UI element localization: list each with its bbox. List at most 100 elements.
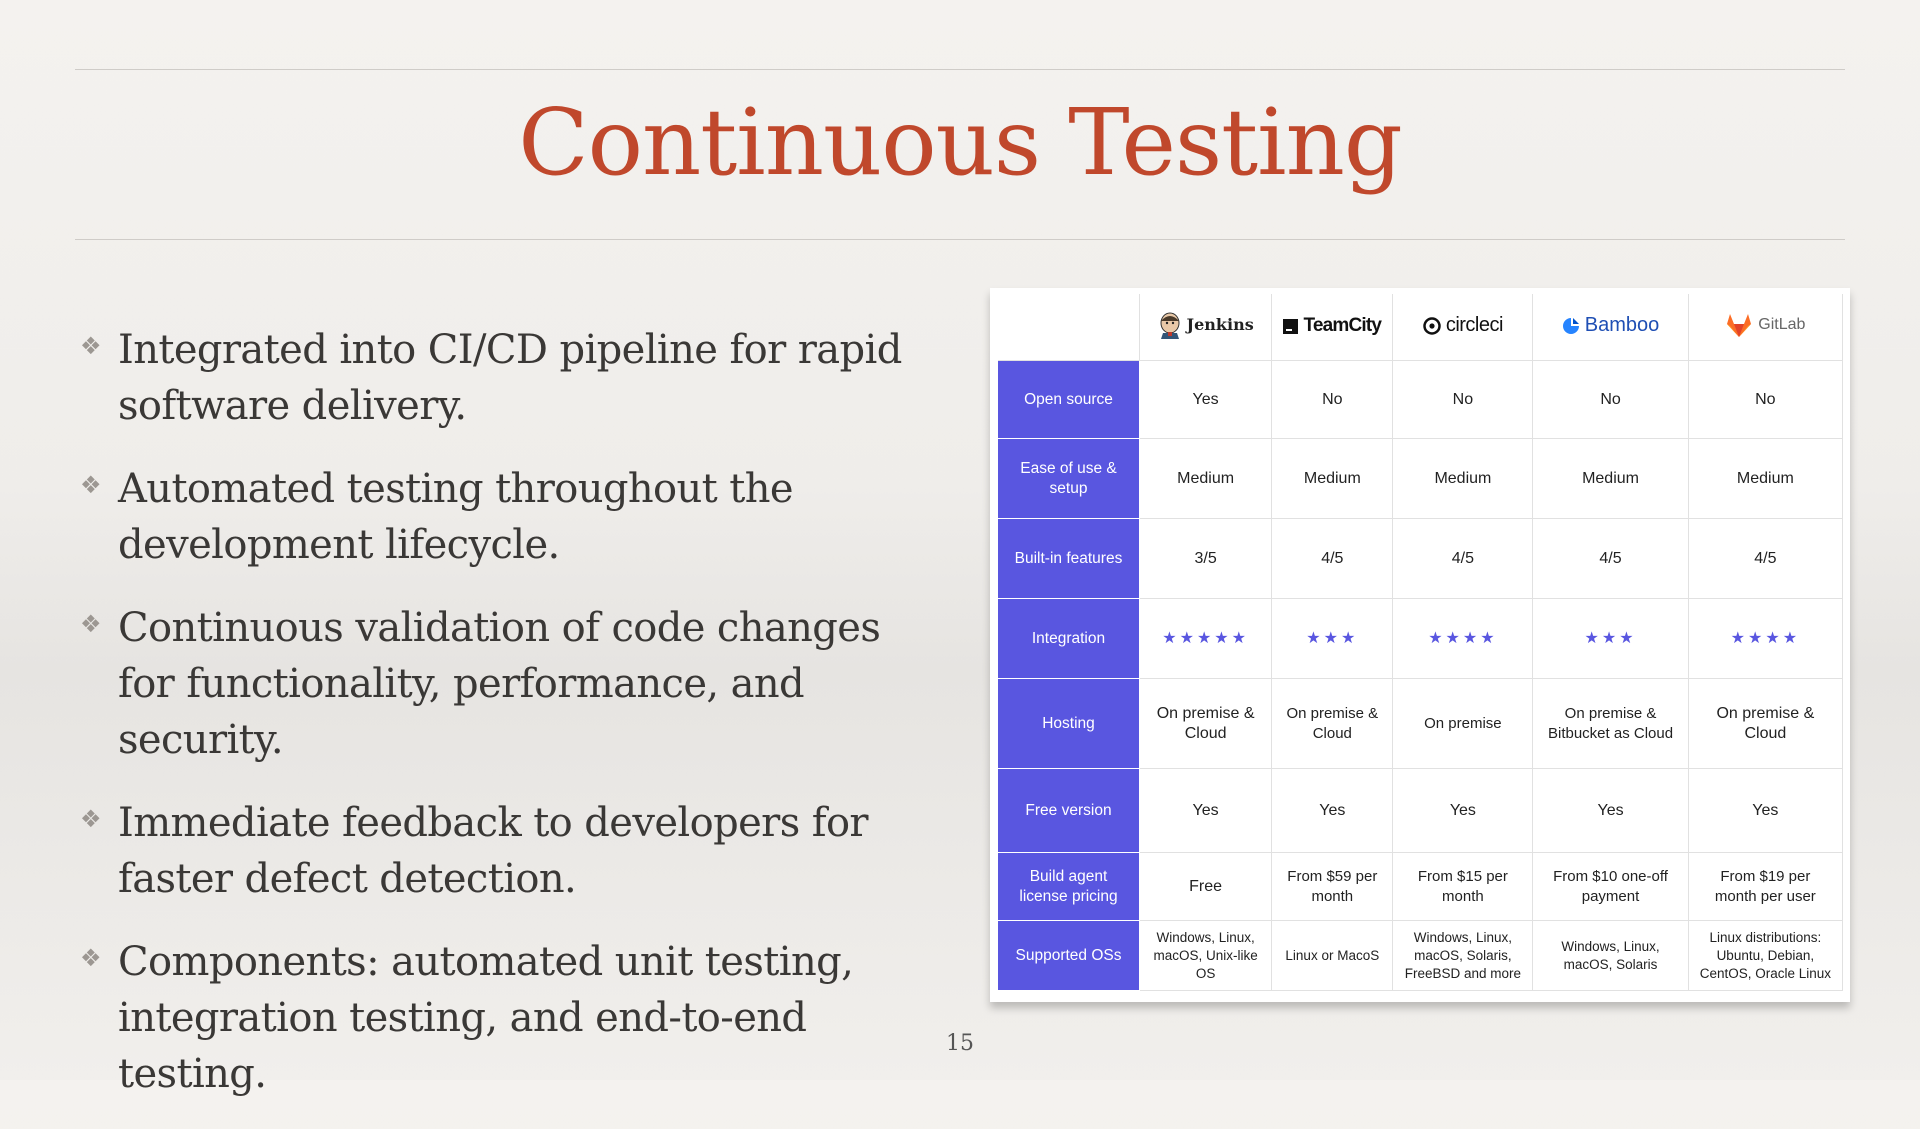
cell-text: Windows, Linux, macOS, Solaris, FreeBSD … — [1404, 929, 1522, 981]
row-label: Ease of use & setup — [998, 438, 1140, 519]
diamond-flower-icon: ❖ — [80, 805, 102, 833]
star-rating: ★★★ — [1532, 598, 1689, 679]
bullet-item: ❖ Immediate feedback to developers for f… — [78, 795, 938, 907]
table-cell: From $10 one-off payment — [1532, 852, 1689, 921]
table-cell: No — [1271, 360, 1394, 439]
table-cell: No — [1392, 360, 1534, 439]
table-cell: From $59 per month — [1271, 852, 1394, 921]
table-cell: Windows, Linux, macOS, Unix-like OS — [1138, 920, 1273, 991]
table-cell: No — [1532, 360, 1689, 439]
comparison-table-image: Jenkins TeamCity circleci Bamboo GitLab … — [990, 288, 1850, 1002]
table-cell: No — [1687, 360, 1844, 439]
table-cell: 4/5 — [1271, 518, 1394, 599]
tool-header-bamboo: Bamboo — [1532, 294, 1689, 361]
row-label: Supported OSs — [998, 920, 1140, 991]
table-cell: Linux distributions: Ubuntu, Debian, Cen… — [1687, 920, 1844, 991]
table-cell: 4/5 — [1392, 518, 1534, 599]
tool-header-teamcity: TeamCity — [1271, 294, 1394, 361]
title-divider — [75, 239, 1845, 240]
table-cell: Windows, Linux, macOS, Solaris, FreeBSD … — [1392, 920, 1534, 991]
star-rating: ★★★★ — [1687, 598, 1844, 679]
tool-name: TeamCity — [1303, 315, 1382, 337]
table-cell: Yes — [1138, 768, 1273, 853]
bullet-list: ❖ Integrated into CI/CD pipeline for rap… — [78, 322, 938, 1129]
top-divider — [75, 69, 1845, 70]
diamond-flower-icon: ❖ — [80, 944, 102, 972]
cell-text: From $59 per month — [1287, 867, 1378, 905]
table-row: Built-in features 3/5 4/5 4/5 4/5 4/5 — [998, 518, 1844, 599]
table-cell: Windows, Linux, macOS, Solaris — [1532, 920, 1689, 991]
star-rating: ★★★ — [1271, 598, 1394, 679]
diamond-flower-icon: ❖ — [80, 610, 102, 638]
ci-tools-comparison-table: Jenkins TeamCity circleci Bamboo GitLab … — [998, 294, 1844, 991]
bullet-item: ❖ Automated testing throughout the devel… — [78, 461, 938, 573]
star-rating: ★★★★ — [1392, 598, 1534, 679]
cell-text: Linux distributions: Ubuntu, Debian, Cen… — [1699, 929, 1832, 981]
tool-header-jenkins: Jenkins — [1138, 294, 1273, 361]
bullet-text: Continuous validation of code changes fo… — [118, 605, 881, 763]
table-cell: From $15 per month — [1392, 852, 1534, 921]
table-cell: Medium — [1271, 438, 1394, 519]
cell-text: From $19 per month per user — [1714, 867, 1816, 905]
tool-header-circleci: circleci — [1392, 294, 1534, 361]
tool-name: GitLab — [1758, 315, 1806, 333]
table-cell: Free — [1138, 852, 1273, 921]
teamcity-icon — [1283, 318, 1299, 334]
table-row: Integration ★★★★★ ★★★ ★★★★ ★★★ ★★★★ — [998, 598, 1844, 679]
table-row: Free version Yes Yes Yes Yes Yes — [998, 768, 1844, 853]
table-header-row: Jenkins TeamCity circleci Bamboo GitLab — [998, 294, 1844, 361]
bullet-text: Components: automated unit testing, inte… — [118, 939, 854, 1097]
table-cell: 3/5 — [1138, 518, 1273, 599]
bullet-item: ❖ Continuous validation of code changes … — [78, 600, 938, 768]
table-cell: On premise & Bitbucket as Cloud — [1532, 678, 1689, 769]
table-row: Ease of use & setup Medium Medium Medium… — [998, 438, 1844, 519]
cell-text: On premise & Cloud — [1286, 704, 1379, 742]
table-cell: Medium — [1532, 438, 1689, 519]
table-cell: On premise & Cloud — [1138, 678, 1273, 769]
bullet-text: Integrated into CI/CD pipeline for rapid… — [118, 327, 902, 429]
circleci-icon — [1423, 317, 1441, 335]
table-cell: From $19 per month per user — [1687, 852, 1844, 921]
table-cell: On premise & Cloud — [1687, 678, 1844, 769]
tool-name: Jenkins — [1186, 315, 1254, 334]
cell-text: From $10 one-off payment — [1553, 867, 1668, 905]
cell-text: On premise & Bitbucket as Cloud — [1547, 704, 1674, 742]
tool-header-gitlab: GitLab — [1687, 294, 1844, 361]
row-label: Built-in features — [998, 518, 1140, 599]
star-rating: ★★★★★ — [1138, 598, 1273, 679]
row-label-text: Build agent license pricing — [1019, 867, 1118, 905]
cell-text: From $15 per month — [1417, 867, 1508, 905]
table-cell: Linux or MacoS — [1271, 920, 1394, 991]
gitlab-fox-icon — [1727, 313, 1752, 337]
table-row: Open source Yes No No No No — [998, 360, 1844, 439]
table-cell: Medium — [1392, 438, 1534, 519]
bullet-text: Automated testing throughout the develop… — [118, 466, 794, 568]
cell-text: On premise & Cloud — [1716, 704, 1815, 742]
bullet-text: Immediate feedback to developers for fas… — [118, 800, 869, 902]
table-cell: On premise & Cloud — [1271, 678, 1394, 769]
table-cell: On premise — [1392, 678, 1534, 769]
table-row: Build agent license pricing Free From $5… — [998, 852, 1844, 921]
table-row: Hosting On premise & Cloud On premise & … — [998, 678, 1844, 769]
page-number: 15 — [946, 1031, 974, 1056]
table-cell: Yes — [1271, 768, 1394, 853]
diamond-flower-icon: ❖ — [80, 471, 102, 499]
bullet-item: ❖ Components: automated unit testing, in… — [78, 934, 938, 1102]
cell-text: Windows, Linux, macOS, Unix-like OS — [1153, 929, 1258, 981]
cell-text: On premise & Cloud — [1156, 704, 1255, 742]
table-cell: Medium — [1687, 438, 1844, 519]
table-cell: Yes — [1392, 768, 1534, 853]
table-cell: Medium — [1138, 438, 1273, 519]
table-corner-cell — [998, 294, 1140, 361]
table-row: Supported OSs Windows, Linux, macOS, Uni… — [998, 920, 1844, 991]
row-label: Integration — [998, 598, 1140, 679]
row-label: Build agent license pricing — [998, 852, 1140, 921]
bullet-item: ❖ Integrated into CI/CD pipeline for rap… — [78, 322, 938, 434]
jenkins-butler-icon — [1160, 312, 1180, 339]
slide-title: Continuous Testing — [518, 89, 1402, 196]
table-cell: Yes — [1138, 360, 1273, 439]
table-cell: Yes — [1687, 768, 1844, 853]
table-cell: 4/5 — [1532, 518, 1689, 599]
row-label: Free version — [998, 768, 1140, 853]
tool-name: circleci — [1445, 314, 1504, 337]
